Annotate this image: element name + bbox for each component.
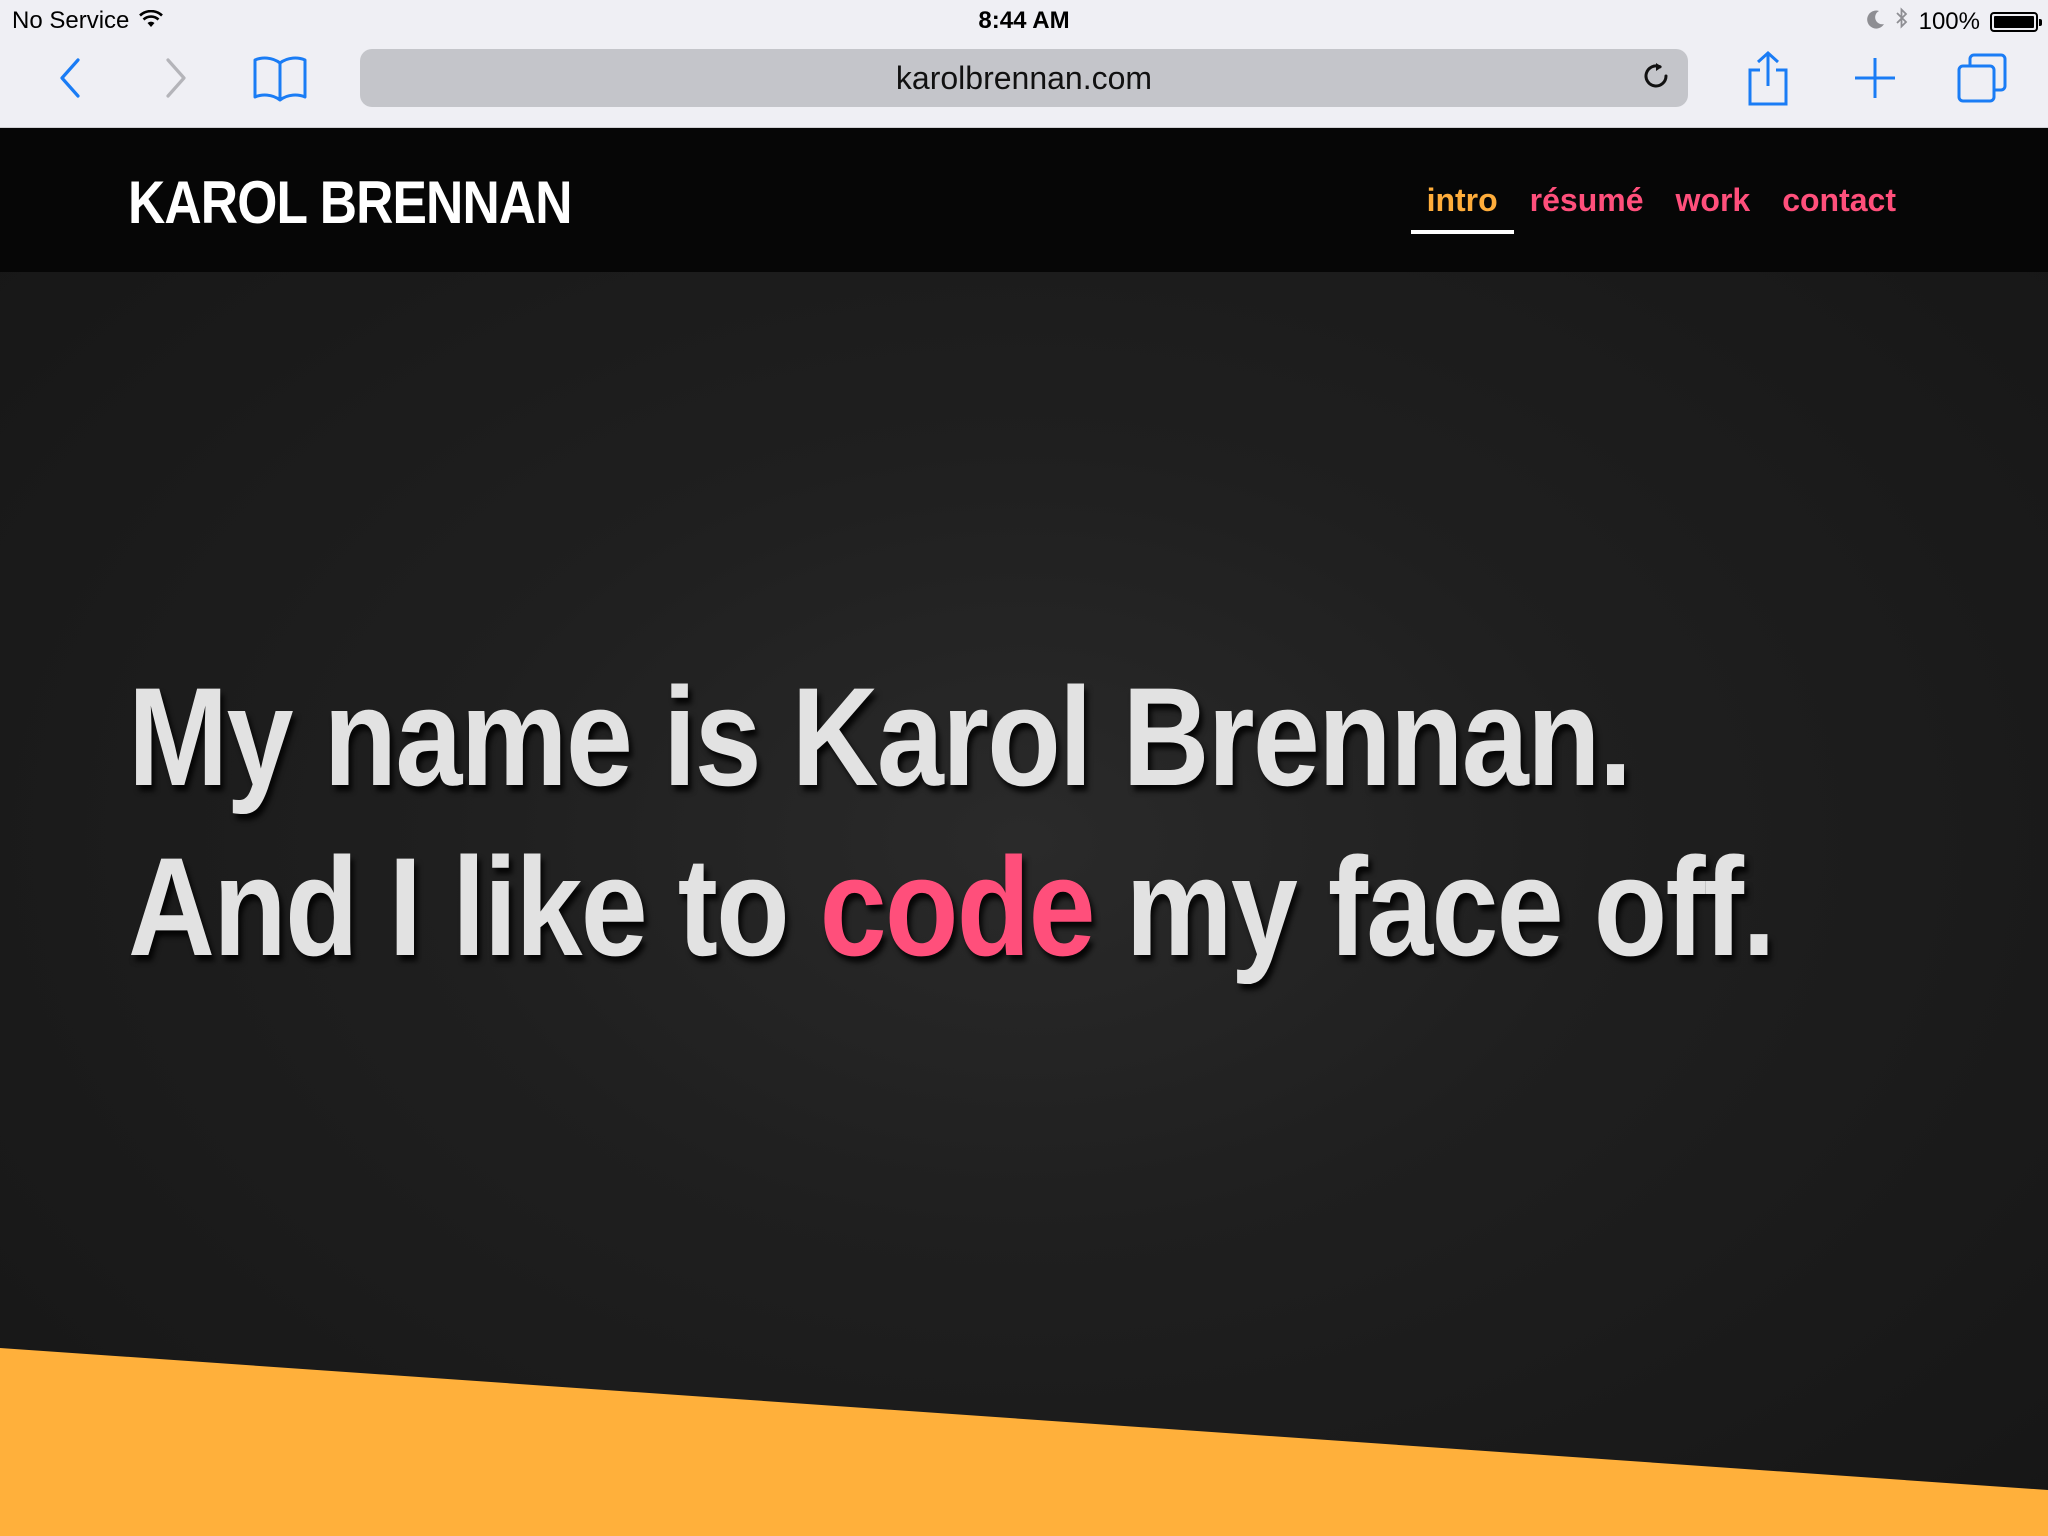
tabs-icon bbox=[1956, 52, 2008, 109]
site-header: KAROL BRENNAN intro résumé work contact bbox=[0, 128, 2048, 272]
nav-item-intro[interactable]: intro bbox=[1410, 128, 1514, 272]
nav-item-work[interactable]: work bbox=[1660, 128, 1767, 272]
site-logo[interactable]: KAROL BRENNAN bbox=[128, 168, 573, 237]
hero-line-2: And I like to code my face off. bbox=[128, 822, 1776, 992]
bookmarks-button[interactable] bbox=[248, 50, 312, 110]
browser-toolbar: karolbrennan.com bbox=[0, 40, 2048, 128]
chevron-left-icon bbox=[56, 56, 84, 105]
nav-item-resume[interactable]: résumé bbox=[1514, 128, 1660, 272]
battery-icon bbox=[1990, 11, 2042, 32]
status-clock: 8:44 AM bbox=[978, 7, 1070, 34]
share-icon bbox=[1746, 50, 1790, 111]
reload-icon bbox=[1641, 61, 1671, 96]
book-icon bbox=[252, 53, 308, 108]
forward-button[interactable] bbox=[144, 50, 208, 110]
reload-button[interactable] bbox=[1636, 58, 1676, 98]
url-text[interactable]: karolbrennan.com bbox=[360, 49, 1688, 107]
tabs-button[interactable] bbox=[1950, 50, 2014, 110]
hero-line-1: My name is Karol Brennan. bbox=[128, 658, 1632, 815]
ipad-screen: No Service 8:44 AM 100% karolbrennan.com… bbox=[0, 0, 2048, 1536]
status-bar: No Service 8:44 AM 100% bbox=[0, 0, 2048, 40]
moon-icon bbox=[1866, 8, 1885, 36]
hero-accent-word: code bbox=[819, 828, 1096, 985]
hero-headline: My name is Karol Brennan. And I like to … bbox=[128, 652, 1776, 992]
new-tab-button[interactable] bbox=[1843, 50, 1907, 110]
bluetooth-icon bbox=[1895, 7, 1909, 36]
battery-percent: 100% bbox=[1918, 7, 1980, 35]
status-right: 100% bbox=[1866, 7, 2042, 36]
hero-line-2-start: And I like to bbox=[128, 828, 820, 985]
hero-section: My name is Karol Brennan. And I like to … bbox=[0, 272, 2048, 1536]
address-bar[interactable]: karolbrennan.com bbox=[360, 49, 1688, 107]
site-nav: intro résumé work contact bbox=[1410, 128, 1912, 272]
share-button[interactable] bbox=[1736, 50, 1800, 110]
battery-fill bbox=[1994, 15, 2034, 28]
plus-icon bbox=[1852, 55, 1898, 106]
nav-item-contact[interactable]: contact bbox=[1766, 128, 1912, 272]
back-button[interactable] bbox=[38, 50, 102, 110]
chevron-right-icon bbox=[162, 56, 190, 105]
hero-line-2-end: my face off. bbox=[1093, 828, 1776, 985]
